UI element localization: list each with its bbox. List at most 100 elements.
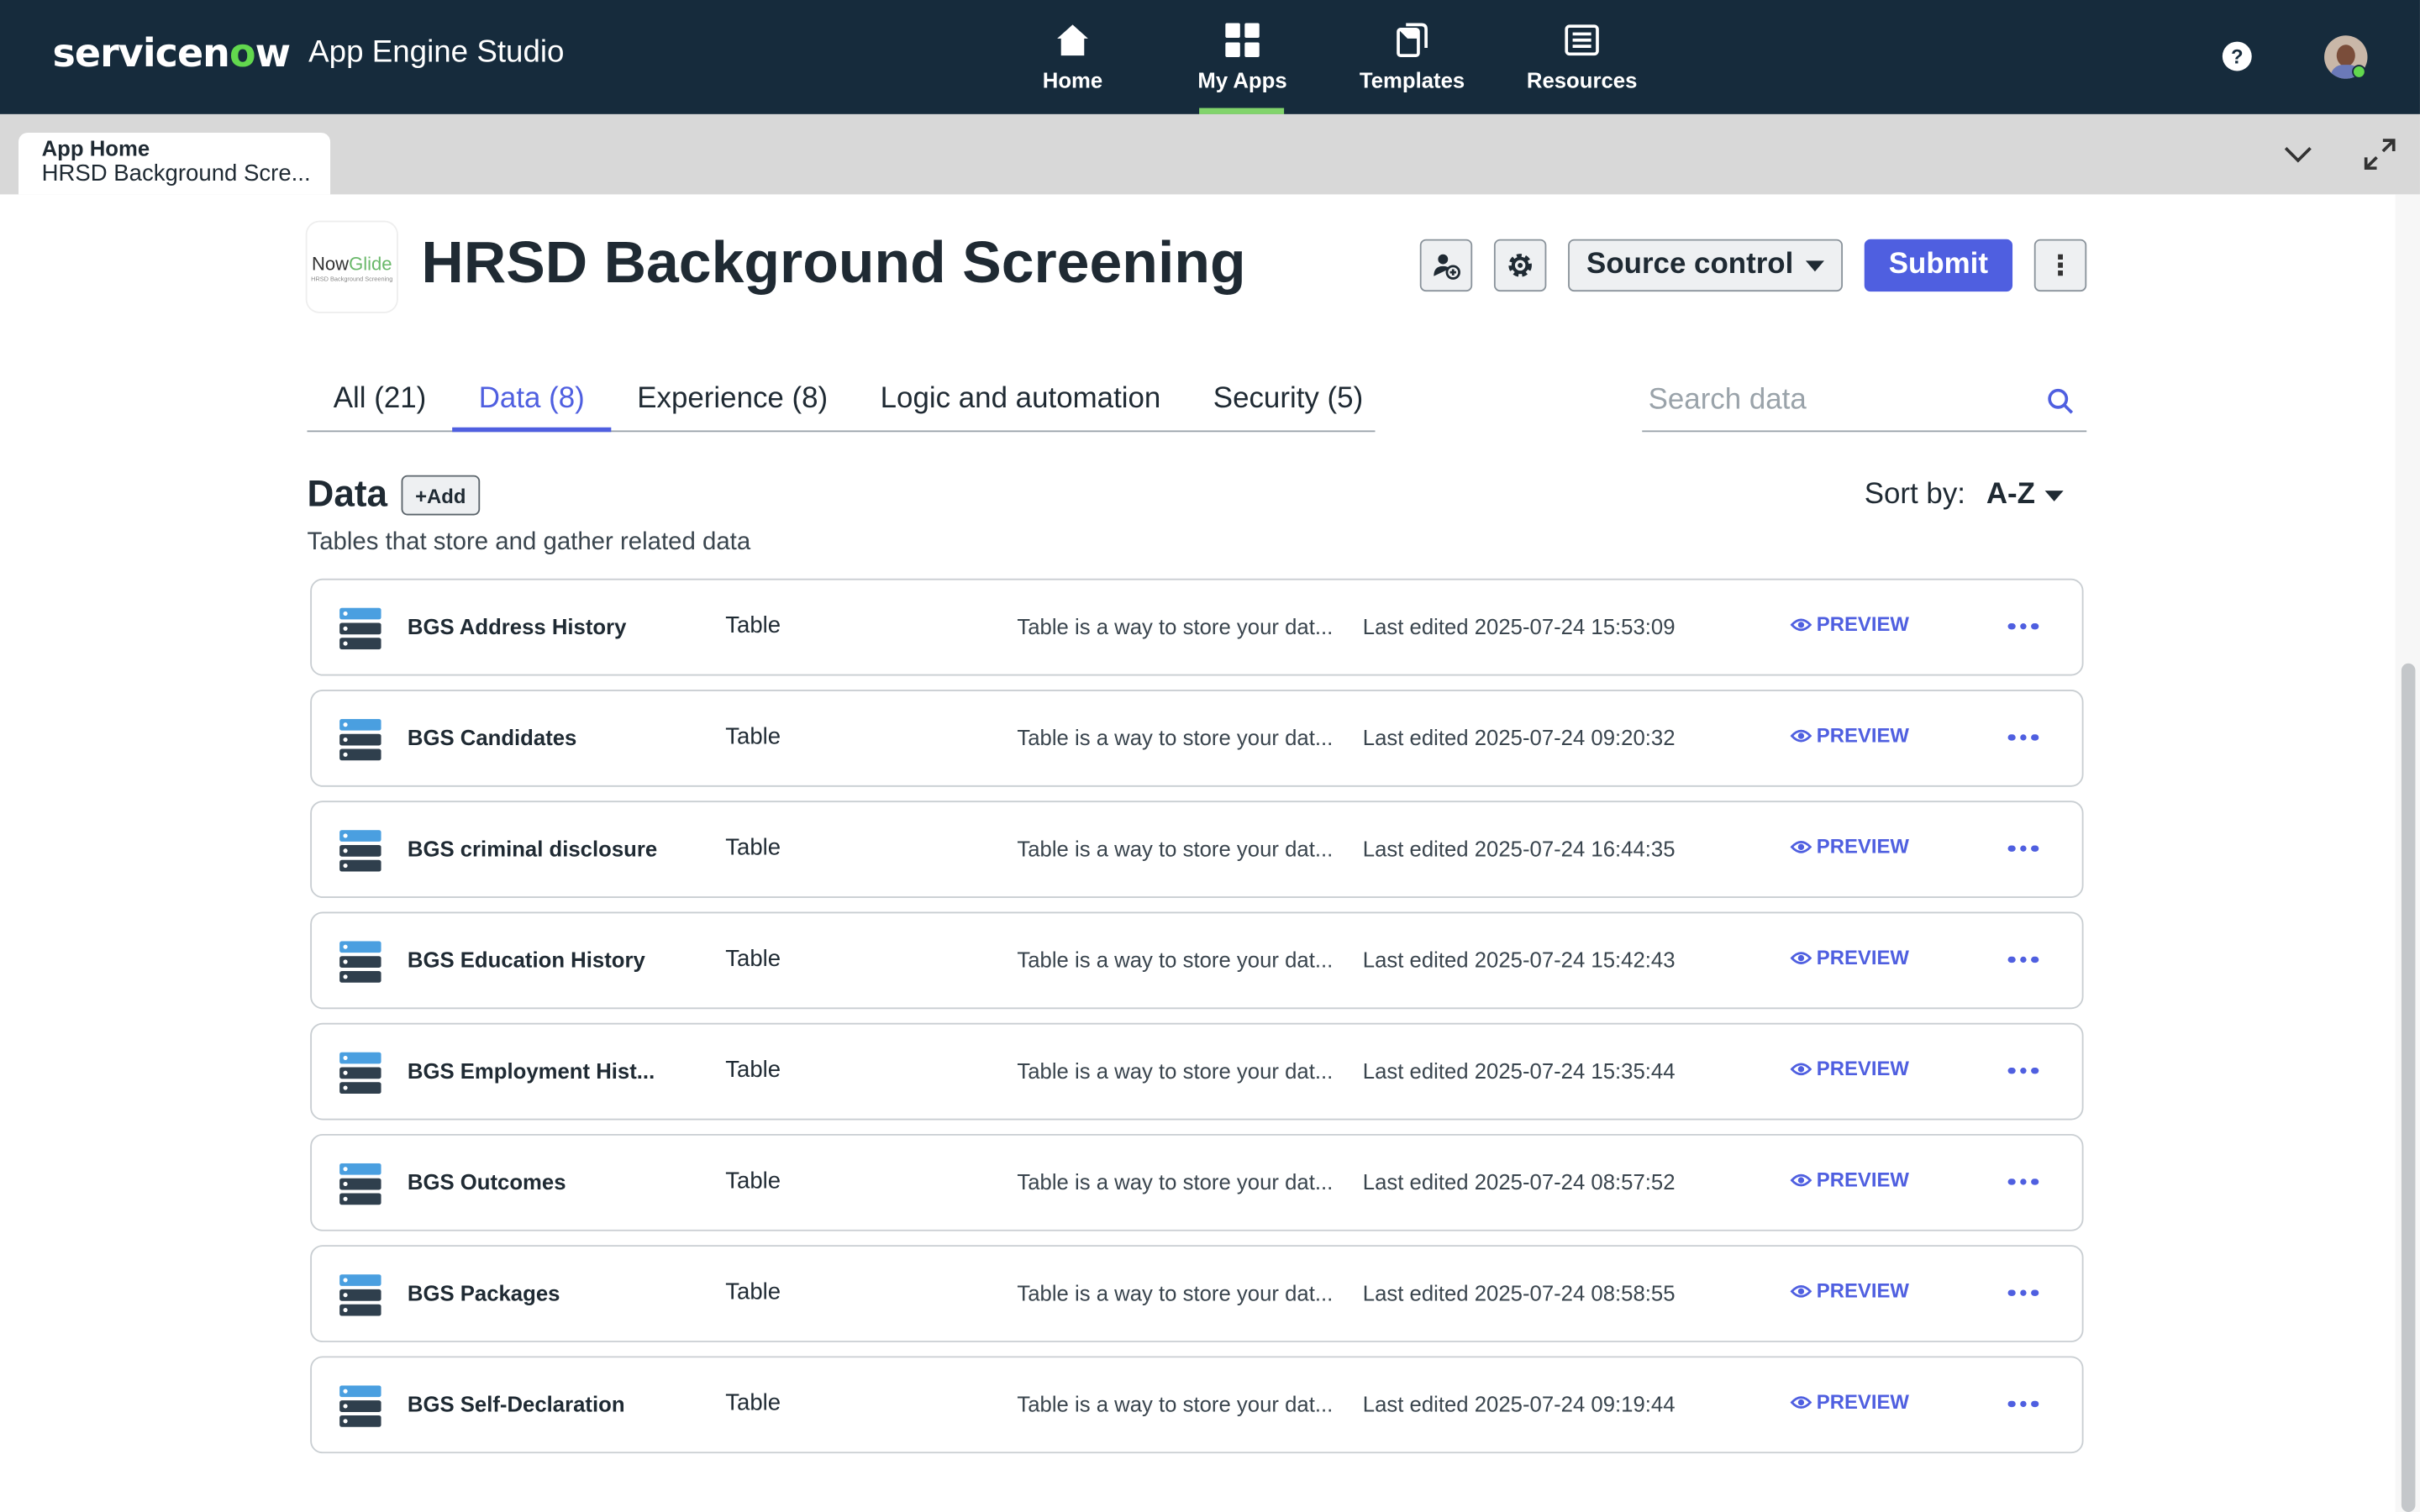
- preview-button[interactable]: PREVIEW: [1790, 1279, 1909, 1302]
- preview-button[interactable]: PREVIEW: [1790, 1168, 1909, 1191]
- table-row[interactable]: BGS Employment Hist... Table Table is a …: [310, 1022, 2084, 1121]
- search-icon[interactable]: [2046, 387, 2074, 415]
- settings-button[interactable]: [1493, 239, 1547, 292]
- row-more-options-button[interactable]: [2005, 1383, 2042, 1425]
- help-icon[interactable]: ?: [2222, 41, 2252, 71]
- database-table-icon: [339, 1052, 381, 1095]
- row-name[interactable]: BGS criminal disclosure: [408, 836, 657, 860]
- nav-templates-label: Templates: [1359, 67, 1465, 93]
- nav-home[interactable]: Home: [987, 0, 1157, 114]
- database-table-icon: [339, 1163, 381, 1205]
- preview-button[interactable]: PREVIEW: [1790, 1057, 1909, 1080]
- row-type: Table: [725, 612, 781, 639]
- preview-label: PREVIEW: [1816, 723, 1909, 747]
- tab-all[interactable]: All (21): [308, 370, 453, 432]
- row-last-edited: Last edited 2025-07-24 16:44:35: [1362, 836, 1676, 861]
- chevron-down-icon[interactable]: [2281, 142, 2315, 166]
- database-table-icon: [339, 718, 381, 761]
- caret-down-icon: [1805, 260, 1825, 271]
- row-type: Table: [725, 1278, 781, 1305]
- row-name[interactable]: BGS Candidates: [408, 725, 576, 749]
- database-table-icon: [339, 607, 381, 650]
- app-home-tab[interactable]: App Home HRSD Background Scre...: [18, 132, 331, 195]
- row-type: Table: [725, 1057, 781, 1084]
- row-more-options-button[interactable]: [2005, 1271, 2042, 1314]
- row-name[interactable]: BGS Employment Hist...: [408, 1058, 655, 1083]
- row-type: Table: [725, 1168, 781, 1194]
- eye-icon: [1790, 617, 1812, 631]
- row-last-edited: Last edited 2025-07-24 08:57:52: [1362, 1169, 1676, 1194]
- row-description: Table is a way to store your dat...: [1017, 836, 1334, 861]
- row-name[interactable]: BGS Self-Declaration: [408, 1392, 625, 1416]
- row-more-options-button[interactable]: [2005, 605, 2042, 648]
- submit-button[interactable]: Submit: [1864, 239, 2013, 292]
- nav-home-label: Home: [1042, 67, 1103, 93]
- nav-my-apps[interactable]: My Apps: [1158, 0, 1328, 114]
- scrollbar-thumb[interactable]: [2401, 663, 2416, 1512]
- nav-resources-label: Resources: [1526, 67, 1638, 93]
- sort-dropdown[interactable]: A-Z: [1986, 478, 2064, 512]
- row-name[interactable]: BGS Packages: [408, 1280, 560, 1305]
- brand[interactable]: servicenow App Engine Studio: [52, 31, 564, 76]
- eye-icon: [1790, 840, 1812, 853]
- search-input[interactable]: [1642, 373, 2028, 429]
- eye-icon: [1790, 1284, 1812, 1297]
- preview-button[interactable]: PREVIEW: [1790, 723, 1909, 747]
- nav-resources[interactable]: Resources: [1497, 0, 1667, 114]
- preview-button[interactable]: PREVIEW: [1790, 945, 1909, 969]
- row-more-options-button[interactable]: [2005, 938, 2042, 981]
- table-row[interactable]: BGS Outcomes Table Table is a way to sto…: [310, 1133, 2084, 1231]
- tab-experience[interactable]: Experience (8): [611, 370, 854, 432]
- source-control-dropdown[interactable]: Source control: [1568, 239, 1844, 292]
- tab-security[interactable]: Security (5): [1187, 370, 1390, 432]
- row-name[interactable]: BGS Address History: [408, 614, 627, 638]
- table-row[interactable]: BGS Packages Table Table is a way to sto…: [310, 1245, 2084, 1342]
- row-description: Table is a way to store your dat...: [1017, 1391, 1334, 1417]
- preview-label: PREVIEW: [1816, 945, 1909, 969]
- row-description: Table is a way to store your dat...: [1017, 614, 1334, 639]
- expand-icon[interactable]: [2361, 136, 2398, 173]
- eye-icon: [1790, 951, 1812, 964]
- tab-logic-and-automation[interactable]: Logic and automation: [854, 370, 1186, 432]
- row-more-options-button[interactable]: [2005, 1160, 2042, 1203]
- preview-button[interactable]: PREVIEW: [1790, 612, 1909, 636]
- table-row[interactable]: BGS Self-Declaration Table Table is a wa…: [310, 1356, 2084, 1454]
- home-icon: [1057, 24, 1088, 56]
- sort-value: A-Z: [1986, 478, 2035, 511]
- table-row[interactable]: BGS Candidates Table Table is a way to s…: [310, 690, 2084, 787]
- database-table-icon: [339, 830, 381, 872]
- nav-templates[interactable]: Templates: [1328, 0, 1497, 114]
- row-description: Table is a way to store your dat...: [1017, 947, 1334, 973]
- row-last-edited: Last edited 2025-07-24 15:53:09: [1362, 614, 1676, 639]
- row-name[interactable]: BGS Education History: [408, 948, 645, 972]
- app-tab-strip: App Home HRSD Background Scre...: [0, 113, 2420, 195]
- database-table-icon: [339, 1385, 381, 1427]
- row-more-options-button[interactable]: [2005, 827, 2042, 869]
- data-table-list: BGS Address History Table Table is a way…: [310, 578, 2084, 1467]
- row-last-edited: Last edited 2025-07-24 08:58:55: [1362, 1280, 1676, 1305]
- more-options-button[interactable]: ⋮: [2033, 239, 2087, 292]
- preview-label: PREVIEW: [1816, 1057, 1909, 1080]
- search-box: [1642, 373, 2087, 433]
- app-logo-now: Now: [311, 252, 350, 275]
- app-home-tab-label: App Home: [41, 135, 150, 161]
- tab-data[interactable]: Data (8): [452, 370, 612, 433]
- table-row[interactable]: BGS Education History Table Table is a w…: [310, 911, 2084, 1010]
- row-more-options-button[interactable]: [2005, 1049, 2042, 1092]
- preview-button[interactable]: PREVIEW: [1790, 1390, 1909, 1413]
- app-engine-studio-page: servicenow App Engine Studio Home My App…: [0, 0, 2420, 1512]
- collaborators-button[interactable]: [1419, 239, 1473, 292]
- row-name[interactable]: BGS Outcomes: [408, 1169, 566, 1194]
- row-more-options-button[interactable]: [2005, 716, 2042, 759]
- preview-button[interactable]: PREVIEW: [1790, 835, 1909, 858]
- database-table-icon: [339, 941, 381, 983]
- add-data-button[interactable]: +Add: [401, 475, 480, 516]
- table-row[interactable]: BGS criminal disclosure Table Table is a…: [310, 801, 2084, 898]
- nav-my-apps-label: My Apps: [1197, 67, 1287, 93]
- section-title: Data: [307, 473, 388, 516]
- table-row[interactable]: BGS Address History Table Table is a way…: [310, 578, 2084, 676]
- caret-down-icon: [2044, 490, 2064, 501]
- grid-icon: [1225, 23, 1260, 57]
- sort-by-label: Sort by:: [1864, 478, 1966, 511]
- database-table-icon: [339, 1274, 381, 1316]
